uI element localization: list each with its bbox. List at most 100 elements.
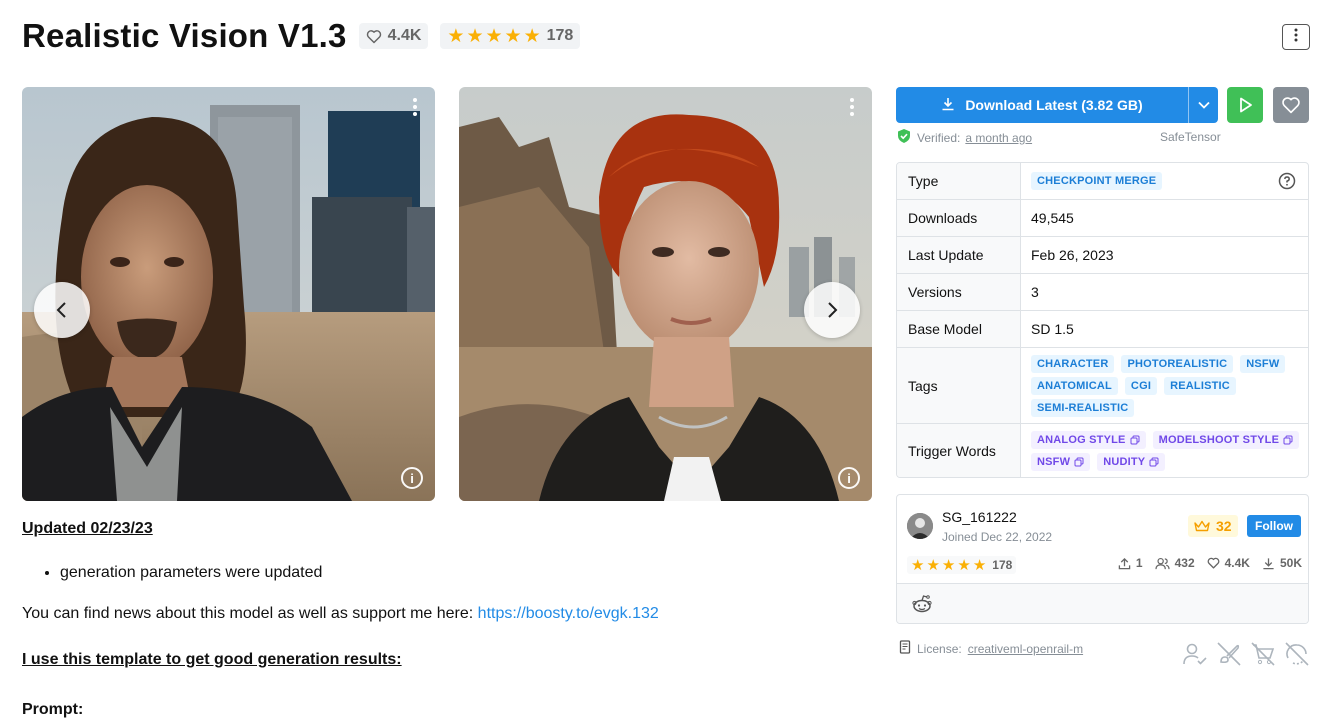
tags-label: Tags — [897, 348, 1021, 423]
copy-icon — [1149, 457, 1159, 466]
reddit-icon[interactable] — [911, 594, 933, 619]
likes-chip[interactable]: 4.4K — [358, 23, 429, 49]
license-info: License: creativeml-openrail-m — [899, 640, 1083, 657]
image-menu-button[interactable] — [409, 97, 421, 117]
help-circle-icon[interactable] — [1278, 172, 1296, 193]
heart-icon — [1207, 557, 1219, 569]
rating-stars: ★ ★ ★ ★ ★ — [447, 27, 540, 46]
tag-badge[interactable]: CGI — [1124, 376, 1158, 395]
details-row-versions: Versions 3 — [897, 273, 1308, 310]
file-format-label: SafeTensor — [1160, 130, 1221, 144]
type-badge: CHECKPOINT MERGE — [1031, 172, 1163, 190]
downloads-metric: 50K — [1262, 556, 1302, 570]
likes-metric: 4.4K — [1207, 556, 1250, 570]
copy-icon — [1283, 435, 1293, 444]
creator-joined-date: Joined Dec 22, 2022 — [942, 530, 1053, 544]
versions-label: Versions — [897, 274, 1021, 310]
user-check-icon — [1182, 641, 1208, 667]
star-icon: ★ — [941, 556, 956, 574]
cart-off-icon — [1250, 641, 1276, 667]
creator-name[interactable]: SG_161222 — [942, 509, 1017, 525]
image-info-icon[interactable]: i — [838, 467, 860, 489]
last-update-label: Last Update — [897, 237, 1021, 273]
more-options-button[interactable] — [1282, 24, 1310, 50]
tag-badge[interactable]: SEMI-REALISTIC — [1031, 398, 1135, 417]
type-label: Type — [897, 163, 1021, 199]
likes-count: 4.4K — [387, 27, 422, 44]
star-icon: ★ — [466, 25, 484, 47]
tag-list: CHARACTER PHOTOREALISTIC NSFW ANATOMICAL… — [1031, 349, 1301, 423]
play-icon — [1240, 97, 1252, 113]
tag-badge[interactable]: REALISTIC — [1164, 376, 1236, 395]
template-heading: I use this template to get good generati… — [22, 651, 402, 668]
vertical-dots-icon — [1294, 28, 1298, 47]
favorite-button[interactable] — [1273, 87, 1309, 123]
vertical-dots-icon — [413, 98, 417, 116]
trigger-word-text: NUDITY — [1103, 455, 1146, 468]
uploads-metric: 1 — [1118, 556, 1143, 570]
star-icon: ★ — [911, 556, 925, 574]
tag-badge[interactable]: NSFW — [1240, 354, 1286, 373]
prompt-label: Prompt: — [22, 701, 84, 718]
trigger-word-badge[interactable]: MODELSHOOT STYLE — [1152, 430, 1300, 449]
model-title: Realistic Vision V1.3 — [22, 17, 347, 54]
details-row-downloads: Downloads 49,545 — [897, 199, 1308, 236]
type-value-cell: CHECKPOINT MERGE — [1021, 163, 1308, 199]
trigger-words-label: Trigger Words — [897, 424, 1021, 477]
crown-icon — [1194, 520, 1210, 532]
carousel-prev-button[interactable] — [34, 282, 90, 338]
upload-icon — [1118, 557, 1131, 569]
carousel-next-button[interactable] — [804, 282, 860, 338]
users-icon — [1154, 557, 1170, 569]
trigger-word-badge[interactable]: NUDITY — [1097, 452, 1166, 471]
trigger-words-cell: ANALOG STYLE MODELSHOOT STYLE NSFW NUDIT… — [1021, 424, 1308, 477]
shield-check-icon — [896, 128, 912, 147]
tag-badge[interactable]: PHOTOREALISTIC — [1121, 354, 1234, 373]
last-update-value: Feb 26, 2023 — [1031, 247, 1114, 263]
star-icon: ★ — [447, 25, 465, 47]
tags-value-cell: CHARACTER PHOTOREALISTIC NSFW ANATOMICAL… — [1021, 348, 1308, 423]
license-label: License: — [917, 641, 962, 656]
copy-icon — [1130, 435, 1140, 444]
download-button-group: Download Latest (3.82 GB) — [896, 87, 1218, 123]
model-details-table: Type CHECKPOINT MERGE Downloads 49,545 L… — [896, 162, 1309, 478]
license-icon — [899, 640, 911, 657]
brush-off-icon — [1216, 641, 1242, 667]
license-permissions — [1182, 641, 1310, 667]
follow-button[interactable]: Follow — [1247, 515, 1301, 537]
download-latest-button[interactable]: Download Latest (3.82 GB) — [896, 87, 1188, 123]
trigger-word-badge[interactable]: ANALOG STYLE — [1031, 430, 1146, 449]
download-icon — [941, 97, 955, 114]
creator-rating-count: 178 — [992, 558, 1013, 572]
verified-label: Verified: — [917, 130, 961, 145]
creator-rating: ★ ★ ★ ★ ★ 178 — [907, 556, 1017, 574]
tag-badge[interactable]: CHARACTER — [1031, 354, 1115, 373]
image-menu-button[interactable] — [846, 97, 858, 117]
base-model-label: Base Model — [897, 311, 1021, 347]
copy-icon — [1074, 457, 1084, 466]
verified-time-link[interactable]: a month ago — [965, 131, 1032, 145]
creator-card: SG_161222 Joined Dec 22, 2022 32 Follow … — [896, 494, 1309, 624]
vertical-dots-icon — [850, 98, 854, 116]
rating-chip[interactable]: ★ ★ ★ ★ ★ 178 — [440, 23, 581, 49]
tag-badge[interactable]: ANATOMICAL — [1031, 376, 1118, 395]
download-options-button[interactable] — [1188, 87, 1218, 123]
creator-rank: 32 — [1216, 518, 1232, 534]
trigger-word-text: NSFW — [1037, 455, 1071, 468]
downloads-count: 50K — [1279, 556, 1302, 570]
downloads-label: Downloads — [897, 200, 1021, 236]
star-icon: ★ — [972, 556, 987, 574]
star-icon: ★ — [926, 556, 940, 574]
trigger-word-badge[interactable]: NSFW — [1031, 452, 1091, 471]
boosty-link[interactable]: https://boosty.to/evgk.132 — [478, 605, 659, 622]
license-link[interactable]: creativeml-openrail-m — [968, 642, 1083, 656]
run-model-button[interactable] — [1227, 87, 1263, 123]
likes-count: 4.4K — [1224, 556, 1250, 570]
creator-metrics: 1 432 4.4K 50K — [1118, 556, 1302, 570]
creator-links-footer — [897, 583, 1308, 623]
avatar[interactable] — [907, 513, 933, 539]
details-row-base-model: Base Model SD 1.5 — [897, 310, 1308, 347]
download-label: Download Latest (3.82 GB) — [965, 97, 1143, 113]
base-model-value: SD 1.5 — [1031, 321, 1074, 337]
image-info-icon[interactable]: i — [401, 467, 423, 489]
